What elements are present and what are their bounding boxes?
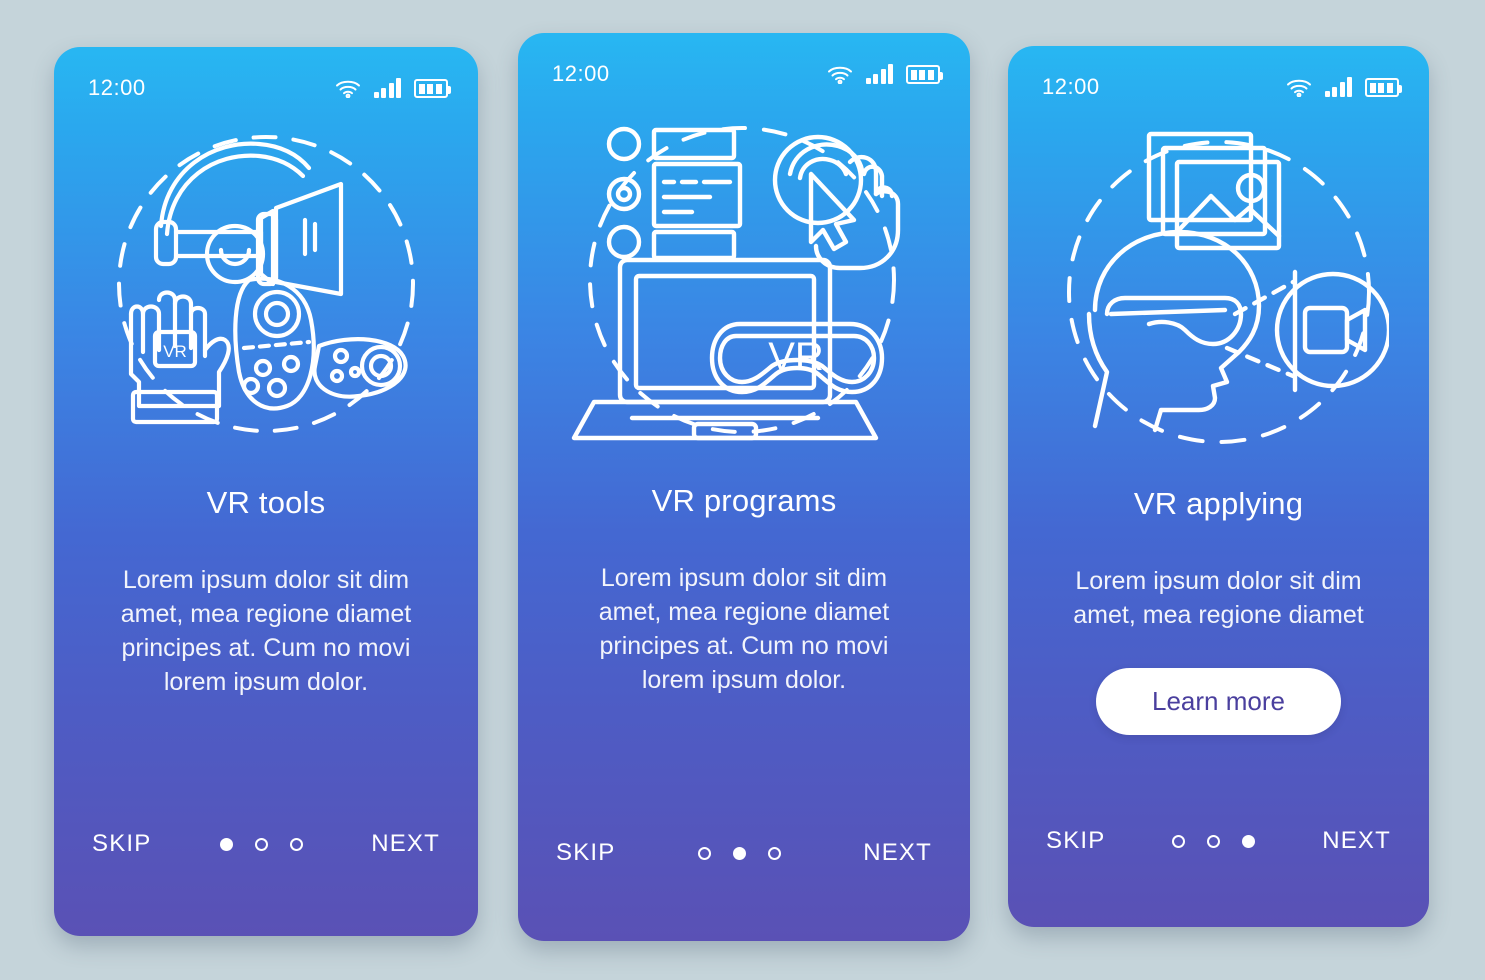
status-icons [1286, 77, 1402, 98]
onboarding-nav: SKIP NEXT [518, 835, 970, 871]
wifi-icon [827, 64, 853, 85]
status-bar: 12:00 [54, 47, 478, 101]
status-bar: 12:00 [518, 33, 970, 87]
onboarding-screen-vr-programs: 12:00 VR VR programs Lorem ipsum dolor s… [518, 33, 970, 941]
page-title: VR tools [206, 485, 326, 520]
status-clock: 12:00 [88, 75, 146, 100]
skip-button[interactable]: SKIP [1044, 823, 1108, 859]
pagination-dot-2[interactable] [1207, 834, 1221, 848]
battery-icon [1365, 78, 1402, 97]
status-icons [335, 78, 451, 99]
pagination-dot-1[interactable] [219, 837, 233, 851]
status-clock: 12:00 [1042, 74, 1100, 99]
wifi-icon [335, 78, 361, 99]
pagination-dot-3[interactable] [1242, 834, 1256, 848]
wifi-icon [1286, 77, 1312, 98]
pagination-dot-3[interactable] [767, 846, 781, 860]
page-description: Lorem ipsum dolor sit dim amet, mea regi… [120, 566, 412, 696]
pagination-dot-3[interactable] [289, 837, 303, 851]
onboarding-screen-vr-tools: 12:00 VR VR tools Lorem ipsum dolor sit … [54, 47, 478, 936]
screen-content: VR applying Lorem ipsum dolor sit dim am… [1008, 460, 1429, 823]
screen-content: VR programs Lorem ipsum dolor sit dim am… [518, 461, 970, 835]
learn-more-button[interactable]: Learn more [1096, 668, 1341, 735]
status-icons [827, 64, 943, 85]
skip-button[interactable]: SKIP [554, 835, 618, 871]
battery-icon [906, 65, 943, 84]
status-bar: 12:00 [1008, 46, 1429, 100]
page-description: Lorem ipsum dolor sit dim amet, mea regi… [598, 564, 890, 694]
screen-content: VR tools Lorem ipsum dolor sit dim amet,… [54, 459, 478, 826]
onboarding-nav: SKIP NEXT [54, 826, 478, 862]
glove-vr-label: VR [163, 342, 187, 361]
next-button[interactable]: NEXT [861, 835, 934, 871]
illustration-vr-programs: VR [518, 93, 970, 461]
skip-button[interactable]: SKIP [90, 826, 154, 862]
pagination-dot-2[interactable] [732, 846, 746, 860]
pagination-dot-2[interactable] [254, 837, 268, 851]
pagination-dots [219, 837, 303, 851]
pagination-dot-1[interactable] [697, 846, 711, 860]
signal-bars-icon [1324, 77, 1352, 97]
page-title: VR applying [1133, 486, 1304, 521]
onboarding-screen-vr-applying: 12:00 VR applying Lorem ipsum dolor sit … [1008, 46, 1429, 927]
onboarding-screens-stage: 12:00 VR VR tools Lorem ipsum dolor sit … [0, 0, 1485, 980]
pagination-dots [697, 846, 781, 860]
page-title: VR programs [651, 483, 837, 518]
illustration-vr-tools: VR [54, 109, 478, 459]
page-description: Lorem ipsum dolor sit dim amet, mea regi… [1073, 567, 1364, 629]
signal-bars-icon [373, 78, 401, 98]
pagination-dot-1[interactable] [1172, 834, 1186, 848]
onboarding-nav: SKIP NEXT [1008, 823, 1429, 859]
pagination-dots [1172, 834, 1256, 848]
next-button[interactable]: NEXT [369, 826, 442, 862]
battery-icon [414, 79, 451, 98]
illustration-vr-applying [1008, 108, 1429, 460]
goggles-vr-label: VR [768, 335, 824, 379]
signal-bars-icon [865, 64, 893, 84]
status-clock: 12:00 [552, 61, 610, 86]
next-button[interactable]: NEXT [1320, 823, 1393, 859]
